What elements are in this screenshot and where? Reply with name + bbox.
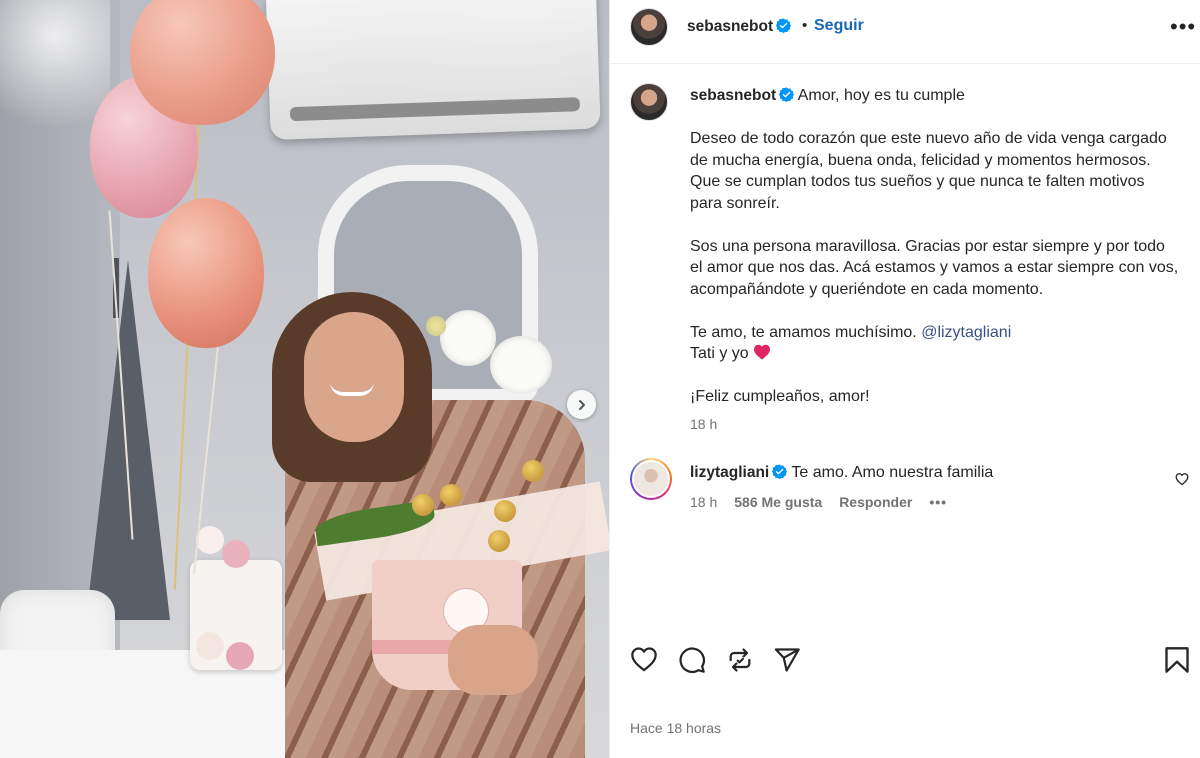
commenter-username[interactable]: lizytagliani (690, 464, 769, 481)
photo-hand (448, 625, 538, 695)
photo-balloon (148, 198, 264, 348)
post-dialog: sebasnebot • Seguir ••• sebasnebot Amor,… (0, 0, 1200, 758)
photo-chocolate (488, 530, 510, 552)
comment-meta: 18 h 586 Me gusta Responder ••• (690, 494, 947, 510)
post-side-panel: sebasnebot • Seguir ••• sebasnebot Amor,… (609, 0, 1200, 758)
caption-timestamp[interactable]: 18 h (690, 416, 717, 432)
photo-balloon (130, 0, 275, 125)
photo-rose (196, 526, 224, 554)
photo-person-face (304, 312, 404, 442)
red-heart-emoji-icon (754, 344, 771, 360)
caption-love-line: Te amo, te amamos muchísimo. (690, 323, 917, 341)
verified-badge-icon (772, 464, 788, 479)
post-actions (610, 640, 1200, 680)
next-photo-button[interactable] (567, 390, 596, 419)
caption-paragraph-2: Sos una persona maravillosa. Gracias por… (690, 237, 1179, 298)
photo-chocolate (494, 500, 516, 522)
comment-body: lizytagliani Te amo. Amo nuestra familia (690, 464, 993, 482)
comment-reply-button[interactable]: Responder (839, 494, 912, 510)
repost-icon[interactable] (726, 646, 754, 674)
comment-icon[interactable] (678, 646, 706, 674)
chevron-right-icon (578, 399, 585, 410)
photo-rose (222, 540, 250, 568)
post-header: sebasnebot • Seguir ••• (610, 0, 1200, 64)
photo-air-conditioner (266, 0, 601, 140)
photo-orchid (440, 310, 496, 366)
follow-button[interactable]: Seguir (814, 17, 864, 35)
verified-badge-icon (779, 87, 795, 102)
photo-orchid-bud (426, 316, 446, 336)
photo-orchid (490, 336, 552, 394)
photo-chocolate (522, 460, 544, 482)
mention-link[interactable]: @lizytagliani (921, 324, 1011, 341)
post-options-button[interactable]: ••• (1170, 14, 1196, 40)
author-username[interactable]: sebasnebot (687, 18, 792, 36)
heart-icon[interactable] (630, 646, 658, 672)
caption-signature: Tati y yo (690, 345, 749, 362)
bookmark-icon[interactable] (1164, 646, 1190, 674)
photo-rose (196, 632, 224, 660)
photo-chocolate (440, 484, 462, 506)
caption-author-avatar[interactable] (630, 83, 668, 121)
caption-username[interactable]: sebasnebot (690, 87, 776, 104)
caption-paragraph-4: ¡Feliz cumpleaños, amor! (690, 388, 870, 405)
header-separator: • (802, 17, 808, 34)
caption-paragraph-1: Deseo de todo corazón que este nuevo año… (690, 130, 1167, 212)
verified-badge-icon (776, 18, 792, 33)
comment-text: Te amo. Amo nuestra familia (791, 464, 994, 481)
photo-rose (226, 642, 254, 670)
author-username-text[interactable]: sebasnebot (687, 18, 773, 35)
post-photo[interactable] (0, 0, 609, 758)
author-avatar[interactable] (630, 8, 668, 46)
photo-chocolate (412, 494, 434, 516)
post-caption: sebasnebot Amor, hoy es tu cumple Deseo … (690, 85, 1180, 429)
comment-timestamp[interactable]: 18 h (690, 494, 717, 510)
comment-likes[interactable]: 586 Me gusta (734, 494, 822, 510)
comment-options-button[interactable]: ••• (929, 494, 947, 510)
post-date[interactable]: Hace 18 horas (630, 720, 721, 736)
comment-heart-icon[interactable] (1175, 472, 1189, 486)
caption-title: Amor, hoy es tu cumple (797, 87, 965, 104)
send-icon[interactable] (773, 646, 801, 674)
photo-table (0, 650, 330, 758)
commenter-avatar[interactable] (630, 458, 672, 500)
